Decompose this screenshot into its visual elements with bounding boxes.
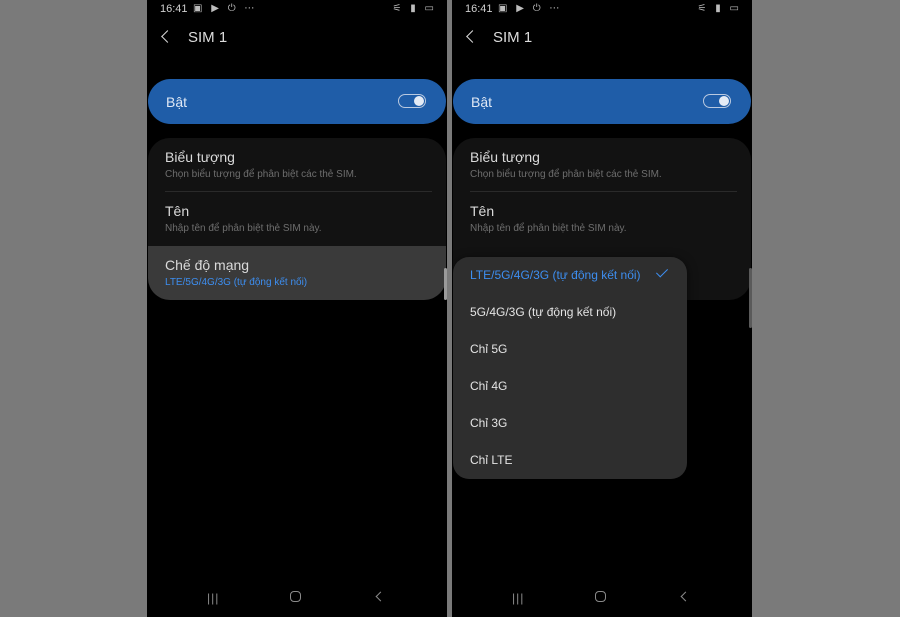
app-bar: SIM 1 — [452, 28, 752, 52]
setting-icon[interactable]: Biểu tượng Chọn biểu tượng để phân biệt … — [453, 138, 751, 192]
setting-name-description: Nhập tên để phân biệt thẻ SIM này. — [470, 223, 627, 234]
home-icon[interactable] — [595, 591, 606, 602]
setting-network-mode[interactable]: Chế độ mạng LTE/5G/4G/3G (tự động kết nố… — [148, 246, 446, 300]
toggle-knob — [719, 96, 729, 106]
dropdown-option-label: LTE/5G/4G/3G (tự động kết nối) — [470, 268, 641, 282]
setting-name-description: Nhập tên để phân biệt thẻ SIM này. — [165, 223, 322, 234]
toggle-label: Bật — [471, 94, 493, 110]
status-bar: 16:41 ▣ ▶ ⏻ ⋯ ⚟ ▮ ▭ — [452, 0, 752, 20]
navigation-bar: ||| — [147, 587, 447, 607]
dropdown-option[interactable]: 5G/4G/3G (tự động kết nối) — [453, 294, 687, 331]
setting-network-mode-title: Chế độ mạng — [165, 257, 250, 273]
toggle-label: Bật — [166, 94, 188, 110]
page-title: SIM 1 — [188, 29, 228, 46]
notification-icons: ▣ ▶ ⏻ ⋯ — [193, 3, 258, 14]
nav-back-icon[interactable] — [680, 591, 691, 602]
toggle-knob — [414, 96, 424, 106]
dropdown-option-label: 5G/4G/3G (tự động kết nối) — [470, 305, 617, 319]
dropdown-option-label: Chỉ 3G — [470, 416, 508, 430]
scrollbar[interactable] — [444, 268, 447, 300]
setting-name[interactable]: Tên Nhập tên để phân biệt thẻ SIM này. — [453, 192, 751, 246]
sim-enable-toggle-row[interactable]: Bật — [453, 79, 751, 124]
settings-card: Biểu tượng Chọn biểu tượng để phân biệt … — [148, 138, 446, 300]
signal-battery-icons: ⚟ ▮ ▭ — [392, 3, 437, 14]
status-time: 16:41 — [160, 3, 188, 15]
toggle-switch[interactable] — [703, 94, 731, 108]
app-bar: SIM 1 — [147, 28, 447, 52]
status-time: 16:41 — [465, 3, 493, 15]
dropdown-option-label: Chỉ 5G — [470, 342, 508, 356]
dropdown-option[interactable]: LTE/5G/4G/3G (tự động kết nối) — [453, 257, 687, 294]
setting-name[interactable]: Tên Nhập tên để phân biệt thẻ SIM này. — [148, 192, 446, 246]
setting-icon-description: Chọn biểu tượng để phân biệt các thẻ SIM… — [470, 169, 662, 180]
back-arrow-icon[interactable] — [466, 30, 479, 43]
navigation-bar: ||| — [452, 587, 752, 607]
dropdown-option-label: Chỉ LTE — [470, 453, 513, 467]
home-icon[interactable] — [290, 591, 301, 602]
phone-screen-left: 16:41 ▣ ▶ ⏻ ⋯ ⚟ ▮ ▭ SIM 1 Bật Biểu tượng… — [147, 0, 447, 617]
recents-icon[interactable]: ||| — [207, 591, 219, 605]
dropdown-option[interactable]: Chỉ 5G — [453, 331, 687, 368]
dropdown-option[interactable]: Chỉ LTE — [453, 442, 687, 479]
notification-icons: ▣ ▶ ⏻ ⋯ — [498, 3, 563, 14]
page-title: SIM 1 — [493, 29, 533, 46]
signal-battery-icons: ⚟ ▮ ▭ — [697, 3, 742, 14]
setting-name-title: Tên — [470, 203, 495, 219]
nav-back-icon[interactable] — [375, 591, 386, 602]
back-arrow-icon[interactable] — [161, 30, 174, 43]
setting-icon-title: Biểu tượng — [165, 149, 235, 165]
scrollbar[interactable] — [749, 268, 752, 328]
sim-enable-toggle-row[interactable]: Bật — [148, 79, 446, 124]
phone-screen-right: 16:41 ▣ ▶ ⏻ ⋯ ⚟ ▮ ▭ SIM 1 Bật Biểu tượng… — [452, 0, 752, 617]
dropdown-option[interactable]: Chỉ 3G — [453, 405, 687, 442]
dropdown-option-label: Chỉ 4G — [470, 379, 508, 393]
status-bar: 16:41 ▣ ▶ ⏻ ⋯ ⚟ ▮ ▭ — [147, 0, 447, 20]
checkmark-icon — [655, 265, 669, 278]
toggle-switch[interactable] — [398, 94, 426, 108]
setting-icon[interactable]: Biểu tượng Chọn biểu tượng để phân biệt … — [148, 138, 446, 192]
setting-network-mode-value: LTE/5G/4G/3G (tự động kết nối) — [165, 277, 308, 288]
setting-icon-description: Chọn biểu tượng để phân biệt các thẻ SIM… — [165, 169, 357, 180]
setting-icon-title: Biểu tượng — [470, 149, 540, 165]
recents-icon[interactable]: ||| — [512, 591, 524, 605]
setting-name-title: Tên — [165, 203, 190, 219]
network-mode-dropdown: LTE/5G/4G/3G (tự động kết nối) 5G/4G/3G … — [453, 257, 687, 479]
dropdown-option[interactable]: Chỉ 4G — [453, 368, 687, 405]
